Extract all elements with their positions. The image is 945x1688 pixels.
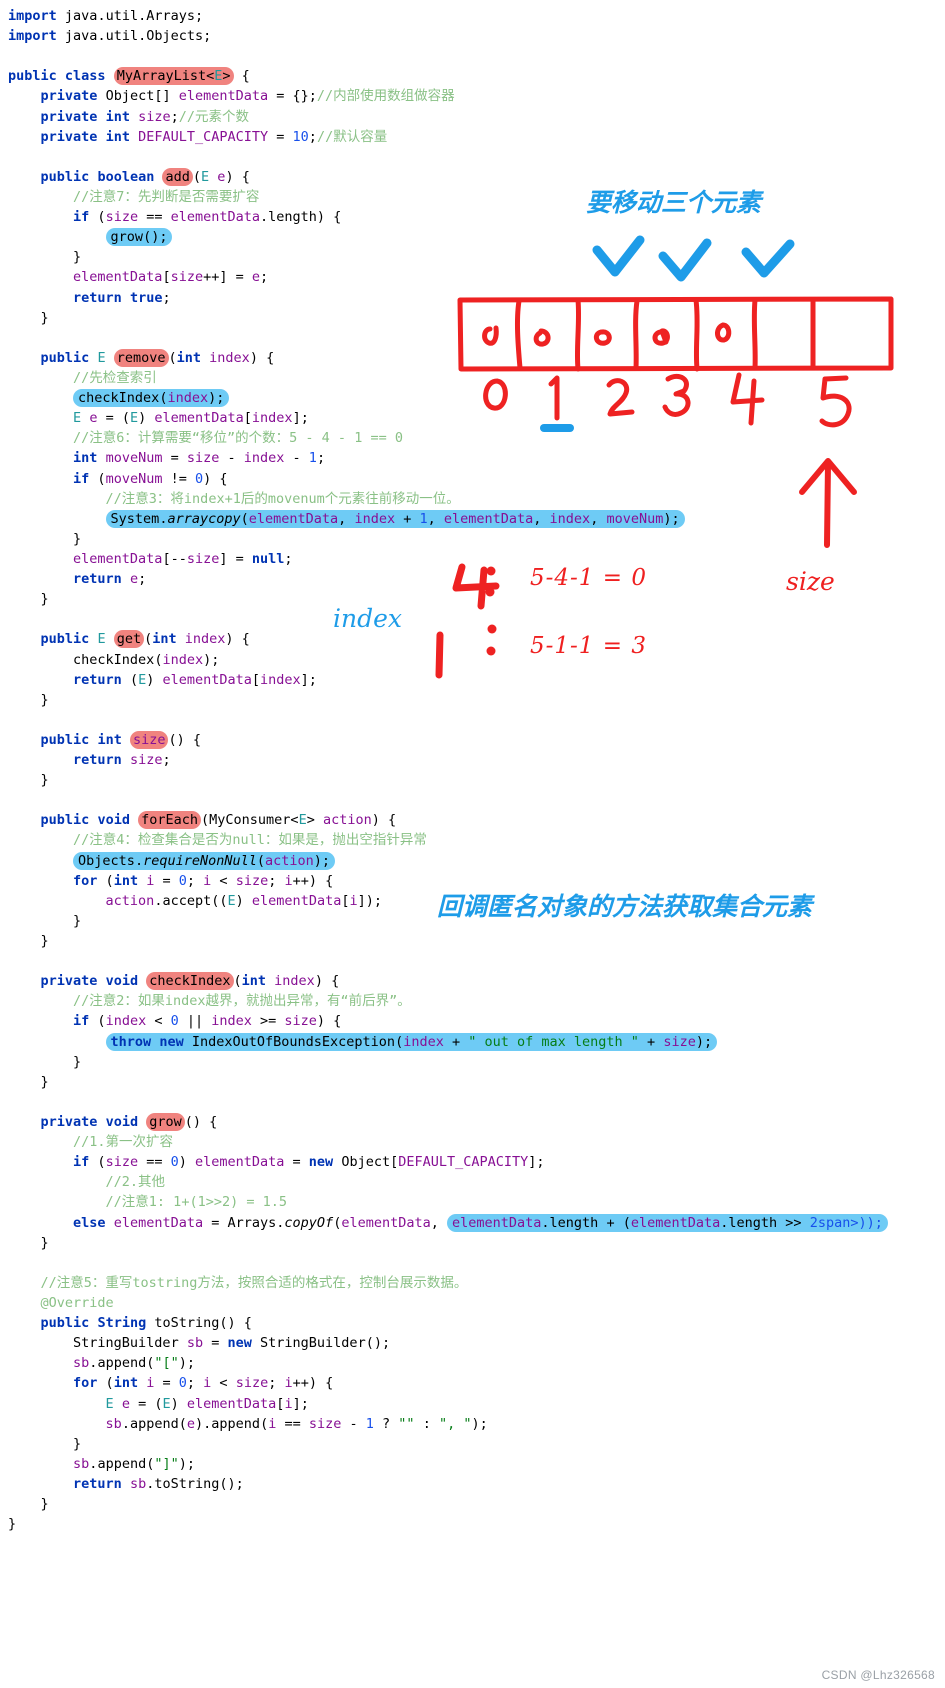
code-line: checkIndex(index); [8, 388, 945, 408]
code-line: sb.append("["); [73, 1355, 196, 1372]
code-line: throw new IndexOutOfBoundsException(inde… [8, 1032, 945, 1052]
code-line: import java.util.Arrays; [8, 8, 204, 24]
code-line: //2.其他 [105, 1174, 166, 1191]
code-line: } [8, 1516, 17, 1533]
code-line: //注意2：如果index越界，就抛出异常，有“前后界”。 [73, 993, 411, 1010]
code-line: return sb.toString(); [73, 1475, 244, 1492]
code-line: action.accept((E) elementData[i]); [105, 892, 382, 909]
code-line: elementData[size++] = e; [73, 269, 269, 286]
code-line: E e = (E) elementData[i]; [105, 1395, 309, 1412]
code-line: elementData[--size] = null; [73, 550, 293, 567]
code-line: E e = (E) elementData[index]; [73, 410, 309, 427]
code-line: } [8, 249, 82, 266]
code-line: //注意1: 1+(1>>2) = 1.5 [105, 1194, 287, 1211]
code-line: } [8, 530, 82, 547]
code-line: StringBuilder sb = new StringBuilder(); [73, 1335, 391, 1352]
code-line: } [8, 309, 49, 326]
code-line: } [8, 591, 49, 608]
code-line: } [8, 1053, 82, 1070]
code-line: } [8, 933, 49, 950]
code-line: return (E) elementData[index]; [73, 671, 317, 688]
code-line: for (int i = 0; i < size; i++) { [73, 1375, 334, 1392]
code-line: } [8, 1435, 82, 1452]
code-line: @Override [8, 1295, 114, 1311]
code-line: //注意5：重写tostring方法，按照合适的格式在，控制台展示数据。 [40, 1274, 468, 1291]
code-line: return e; [73, 571, 147, 588]
code-line: //注意7：先判断是否需要扩容 [73, 188, 260, 205]
code-line: sb.append(e).append(i == size - 1 ? "" :… [105, 1415, 488, 1432]
code-line: else elementData = Arrays.copyOf(element… [8, 1213, 945, 1233]
code-line: public E get (int index) { [40, 630, 250, 649]
code-line: Objects.requireNonNull(action); [8, 851, 945, 871]
code-line: public class MyArrayList<E> { [8, 67, 250, 86]
code-line: //先检查索引 [73, 369, 157, 386]
code-line: } [8, 1073, 49, 1090]
code-line: } [8, 772, 49, 789]
code-line: //注意6：计算需要“移位”的个数：5 - 4 - 1 == 0 [73, 430, 403, 447]
code-line: } [8, 1234, 49, 1251]
code-line: public void forEach (MyConsumer<E> action… [40, 811, 397, 830]
code-line: public int size() { [40, 730, 201, 749]
code-line: int moveNum = size - index - 1; [73, 450, 326, 467]
code-line: private int DEFAULT_CAPACITY = 10;//默认容量 [40, 128, 388, 145]
code-line: checkIndex(index); [73, 651, 220, 668]
code-line: return true; [73, 289, 171, 306]
code-line: sb.append("]"); [73, 1455, 196, 1472]
code-line: if (size == 0) elementData = new Object[… [73, 1154, 545, 1171]
code-line: //注意3：将index+1后的movenum个元素往前移动一位。 [105, 490, 460, 507]
code-line: public String toString() { [40, 1315, 252, 1332]
code-line: //1.第一次扩容 [73, 1134, 174, 1151]
code-line: } [8, 1496, 49, 1513]
code-line: private void grow() { [40, 1113, 218, 1132]
code-line: for (int i = 0; i < size; i++) { [73, 872, 334, 889]
code-line: private int size;//元素个数 [40, 108, 250, 125]
code-listing: import java.util.Arrays; import java.util… [0, 0, 945, 1534]
code-line: //注意4：检查集合是否为null：如果是，抛出空指针异常 [73, 832, 427, 849]
code-line: grow(); [8, 227, 945, 247]
code-line: } [8, 691, 49, 708]
code-line: public boolean add (E e) { [40, 167, 250, 186]
code-line: import java.util.Objects; [8, 28, 212, 45]
code-line: } [8, 912, 82, 929]
code-line: private void checkIndex (int index) { [40, 972, 340, 991]
code-line: if (index < 0 || index >= size) { [73, 1013, 342, 1030]
code-line: return size; [73, 752, 171, 769]
code-line: private Object[] elementData = {};//内部使用… [40, 88, 455, 105]
code-line: public E remove (int index) { [40, 348, 275, 367]
watermark: CSDN @Lhz326568 [821, 1668, 935, 1682]
code-line: if (size == elementData.length) { [73, 209, 342, 226]
code-line: System.arraycopy(elementData, index + 1,… [8, 509, 945, 529]
code-line: if (moveNum != 0) { [73, 470, 228, 487]
